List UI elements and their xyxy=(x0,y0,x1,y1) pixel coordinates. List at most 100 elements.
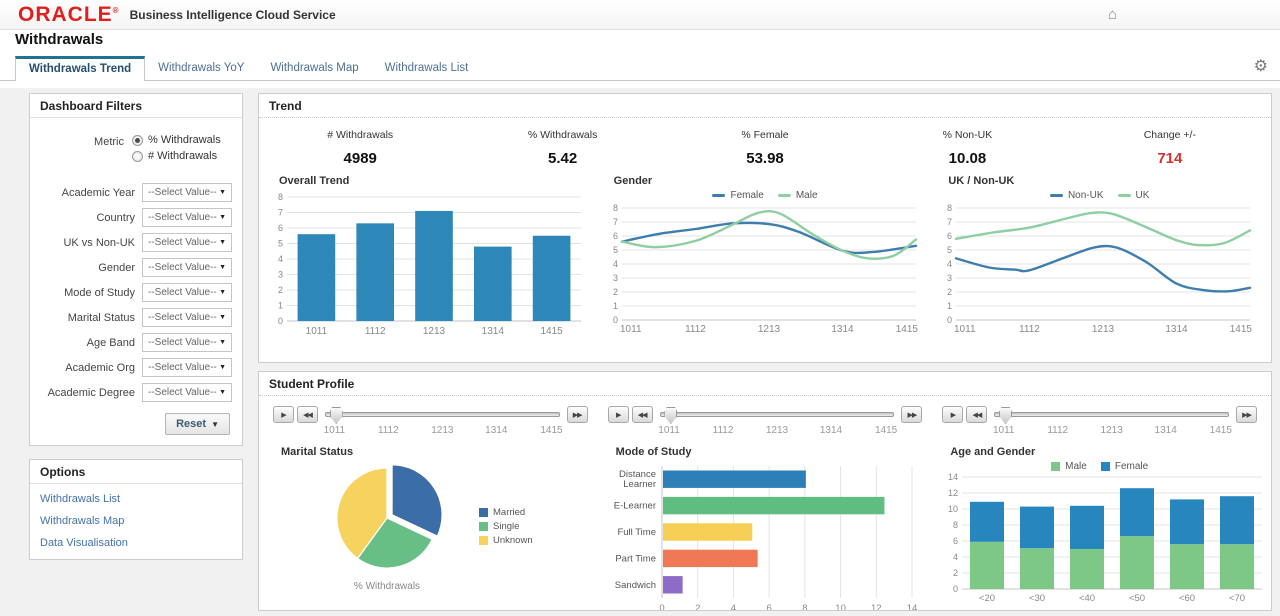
link-data-visualisation[interactable]: Data Visualisation xyxy=(30,531,242,553)
svg-text:0: 0 xyxy=(613,315,618,325)
bar-e-learner[interactable] xyxy=(663,497,884,514)
segment-male-60[interactable] xyxy=(1170,544,1204,589)
slider-rewind-button[interactable]: ◀◀ xyxy=(966,406,987,423)
bar-1314[interactable] xyxy=(474,247,512,321)
line-series-uk[interactable] xyxy=(956,212,1250,245)
chart-title: UK / Non-UK xyxy=(948,175,1261,189)
filter-row-academic-org: Academic Org--Select Value--▼ xyxy=(40,355,232,380)
segment-male-30[interactable] xyxy=(1020,548,1054,589)
segment-male-50[interactable] xyxy=(1120,536,1154,589)
svg-text:1112: 1112 xyxy=(685,324,706,335)
bar-full-time[interactable] xyxy=(663,523,752,540)
svg-text:1415: 1415 xyxy=(1230,324,1253,335)
legend-swatch xyxy=(479,522,488,531)
line-series-non-uk[interactable] xyxy=(956,246,1250,291)
segment-male-20[interactable] xyxy=(970,542,1004,589)
slider-play-button[interactable]: ▶ xyxy=(273,406,294,423)
svg-text:2: 2 xyxy=(613,287,618,297)
tab-withdrawals-yoy[interactable]: Withdrawals YoY xyxy=(145,55,257,80)
segment-female-60[interactable] xyxy=(1170,499,1204,544)
radio-withdrawals[interactable] xyxy=(132,135,143,146)
caret-down-icon: ▼ xyxy=(219,264,226,271)
legend-swatch xyxy=(479,508,488,517)
slider-play-button[interactable]: ▶ xyxy=(608,406,629,423)
tab-withdrawals-map[interactable]: Withdrawals Map xyxy=(257,55,371,80)
segment-female-30[interactable] xyxy=(1020,507,1054,549)
filter-label-age-band: Age Band xyxy=(40,337,142,349)
metric-option-withdrawals: % Withdrawals xyxy=(132,134,221,146)
select-academic-year[interactable]: --Select Value--▼ xyxy=(142,183,232,202)
segment-female-40[interactable] xyxy=(1070,506,1104,549)
slider-forward-button[interactable]: ▶▶ xyxy=(1236,406,1257,423)
home-icon[interactable]: ⌂ xyxy=(1108,6,1117,23)
select-marital-status[interactable]: --Select Value--▼ xyxy=(142,308,232,327)
bar-1011[interactable] xyxy=(298,234,336,321)
select-mode-of-study[interactable]: --Select Value--▼ xyxy=(142,283,232,302)
slider-handle[interactable] xyxy=(999,407,1012,424)
settings-gear-icon[interactable]: ⚙ xyxy=(1254,59,1268,75)
svg-text:6: 6 xyxy=(953,536,958,546)
svg-text:6: 6 xyxy=(613,231,618,241)
kpi-label: Change +/- xyxy=(1069,129,1271,141)
line-series-female[interactable] xyxy=(622,223,916,253)
bar-1112[interactable] xyxy=(356,223,394,321)
age-gender-chart[interactable]: Age and GenderMaleFemale02468101214<20<3… xyxy=(940,446,1259,608)
svg-text:0: 0 xyxy=(278,316,283,326)
select-gender[interactable]: --Select Value--▼ xyxy=(142,258,232,277)
bar-1415[interactable] xyxy=(533,236,571,321)
tab-withdrawals-list[interactable]: Withdrawals List xyxy=(372,55,482,80)
bar-part-time[interactable] xyxy=(663,550,758,567)
marital-status-chart[interactable]: Marital Status% WithdrawalsMarriedSingle… xyxy=(271,446,590,592)
select-country[interactable]: --Select Value--▼ xyxy=(142,208,232,227)
svg-text:1415: 1415 xyxy=(895,324,918,335)
caret-down-icon: ▼ xyxy=(219,364,226,371)
bar-1213[interactable] xyxy=(415,211,453,321)
overall-trend-chart[interactable]: Overall Trend012345678101111121213131414… xyxy=(263,169,598,344)
legend-item-unknown: Unknown xyxy=(479,535,533,546)
slider-play-button[interactable]: ▶ xyxy=(942,406,963,423)
slider-handle[interactable] xyxy=(330,407,343,424)
slider-track[interactable] xyxy=(325,412,560,417)
filter-label-mode-of-study: Mode of Study xyxy=(40,287,142,299)
segment-female-20[interactable] xyxy=(970,502,1004,542)
uk-nonuk-chart[interactable]: UK / Non-UKNon-UKUK012345678101111121213… xyxy=(932,169,1267,344)
svg-text:<60: <60 xyxy=(1179,593,1195,604)
segment-male-70[interactable] xyxy=(1220,544,1254,589)
select-uk-vs-non-uk[interactable]: --Select Value--▼ xyxy=(142,233,232,252)
slider-forward-button[interactable]: ▶▶ xyxy=(901,406,922,423)
tab-withdrawals-trend[interactable]: Withdrawals Trend xyxy=(15,56,145,81)
select-value: --Select Value-- xyxy=(148,237,217,248)
segment-female-50[interactable] xyxy=(1120,488,1154,536)
slider-track[interactable] xyxy=(660,412,895,417)
slider-handle[interactable] xyxy=(664,407,677,424)
slider-forward-button[interactable]: ▶▶ xyxy=(567,406,588,423)
slider-rewind-button[interactable]: ◀◀ xyxy=(297,406,318,423)
legend-label: Non-UK xyxy=(1068,190,1104,201)
radio-withdrawals[interactable] xyxy=(132,151,143,162)
reset-button[interactable]: Reset ▼ xyxy=(165,413,230,435)
dashboard-filters-panel: Dashboard Filters Metric % Withdrawals# … xyxy=(29,93,243,446)
link-withdrawals-list[interactable]: Withdrawals List xyxy=(30,487,242,509)
bar-sandwich[interactable] xyxy=(663,576,683,593)
legend-item-male: Male xyxy=(1051,461,1087,472)
gender-chart[interactable]: GenderFemaleMale012345678101111121213131… xyxy=(598,169,933,344)
caret-down-icon: ▼ xyxy=(219,314,226,321)
link-withdrawals-map[interactable]: Withdrawals Map xyxy=(30,509,242,531)
slider-track-area: 10111112121313141415 xyxy=(994,406,1229,440)
filter-row-mode-of-study: Mode of Study--Select Value--▼ xyxy=(40,280,232,305)
mode-of-study-chart[interactable]: Mode of Study02468101214DistanceLearnerE… xyxy=(606,446,925,611)
kpi-row: # Withdrawals4989% Withdrawals5.42% Fema… xyxy=(259,118,1271,169)
bar-distance-learner[interactable] xyxy=(663,470,806,487)
select-academic-degree[interactable]: --Select Value--▼ xyxy=(142,383,232,402)
slider-track[interactable] xyxy=(994,412,1229,417)
slider-rewind-button[interactable]: ◀◀ xyxy=(632,406,653,423)
select-academic-org[interactable]: --Select Value--▼ xyxy=(142,358,232,377)
select-value: --Select Value-- xyxy=(148,387,217,398)
segment-male-40[interactable] xyxy=(1070,549,1104,589)
segment-female-70[interactable] xyxy=(1220,496,1254,544)
slider-year-label: 1011 xyxy=(658,425,680,436)
select-age-band[interactable]: --Select Value--▼ xyxy=(142,333,232,352)
svg-text:2: 2 xyxy=(695,603,700,611)
svg-text:1011: 1011 xyxy=(620,324,642,335)
legend-swatch xyxy=(778,194,791,197)
